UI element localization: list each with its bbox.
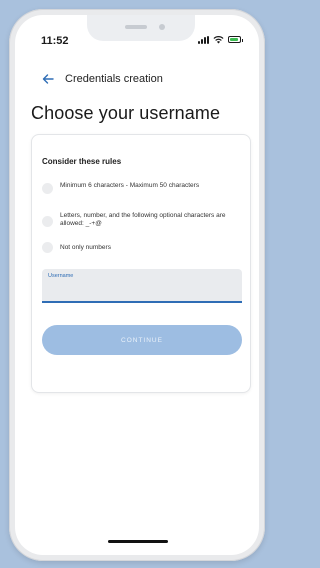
front-camera (159, 24, 165, 30)
device-notch (87, 15, 195, 41)
status-bar-icons (198, 35, 243, 44)
continue-button[interactable]: CONTINUE (42, 325, 242, 355)
app-bar-title: Credentials creation (65, 73, 163, 85)
battery-icon (228, 36, 243, 43)
rule-text: Letters, number, and the following optio… (60, 212, 226, 227)
username-input[interactable] (48, 282, 234, 298)
username-card: Consider these rules Minimum 6 character… (31, 134, 251, 393)
wifi-icon (213, 36, 224, 44)
phone-frame: 11:52 Credentials creation Choose your u… (9, 9, 265, 561)
app-bar: Credentials creation (15, 71, 259, 91)
username-field[interactable]: Username (42, 269, 242, 303)
home-indicator[interactable] (108, 540, 168, 543)
speaker-grille (125, 25, 147, 29)
rule-text: Not only numbers (60, 244, 111, 251)
rule-status-indicator (42, 242, 53, 253)
username-label: Username (48, 273, 74, 279)
rules-heading: Consider these rules (42, 157, 122, 166)
app-screen: 11:52 Credentials creation Choose your u… (15, 15, 259, 555)
rule-text: Minimum 6 characters - Maximum 50 charac… (60, 182, 200, 189)
rule-status-indicator (42, 183, 53, 194)
rule-status-indicator (42, 216, 53, 227)
page-title: Choose your username (31, 103, 221, 123)
arrow-left-icon[interactable] (41, 72, 55, 86)
cellular-signal-icon (198, 35, 209, 44)
status-bar-time: 11:52 (41, 35, 69, 47)
